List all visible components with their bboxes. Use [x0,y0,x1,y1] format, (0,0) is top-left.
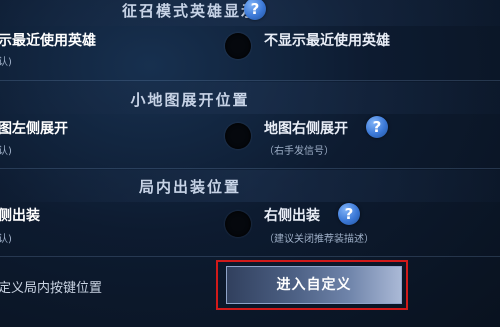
option-shop-right[interactable]: 右侧出装 [264,205,320,225]
settings-panel: 征召模式英雄显示 ? 示最近使用英雄 认) 不显示最近使用英雄 小地图展开位置 … [0,0,500,327]
radio-minimap-right[interactable] [225,123,251,149]
highlight-annotation-box [216,260,408,310]
option-sub-close-recommend-desc: （建议关闭推荐装描述） [264,234,374,245]
divider [0,80,500,81]
section-title-draft-hero-display: 征召模式英雄显示 [121,2,258,20]
option-show-recent-heroes[interactable]: 示最近使用英雄 [0,30,96,50]
help-icon[interactable]: ? [338,203,360,225]
section-title-item-shop-position: 局内出装位置 [138,178,241,196]
option-sub-default: 认) [0,234,12,245]
radio-shop-right[interactable] [225,211,251,237]
option-sub-right-hand-signal: （右手发信号） [264,146,334,157]
section-title-minimap-position: 小地图展开位置 [130,91,250,109]
help-icon[interactable]: ? [366,116,388,138]
radio-hide-recent-heroes[interactable] [225,33,251,59]
option-sub-default: 认) [0,57,12,68]
option-shop-left[interactable]: 侧出装 [0,205,40,225]
option-hide-recent-heroes[interactable]: 不显示最近使用英雄 [264,30,390,50]
custom-key-position-label: 定义局内按键位置 [0,281,103,296]
option-sub-default: 认) [0,146,12,157]
divider [0,168,500,169]
divider [0,256,500,257]
option-minimap-right[interactable]: 地图右侧展开 [264,118,348,138]
option-minimap-left[interactable]: 图左侧展开 [0,118,68,138]
